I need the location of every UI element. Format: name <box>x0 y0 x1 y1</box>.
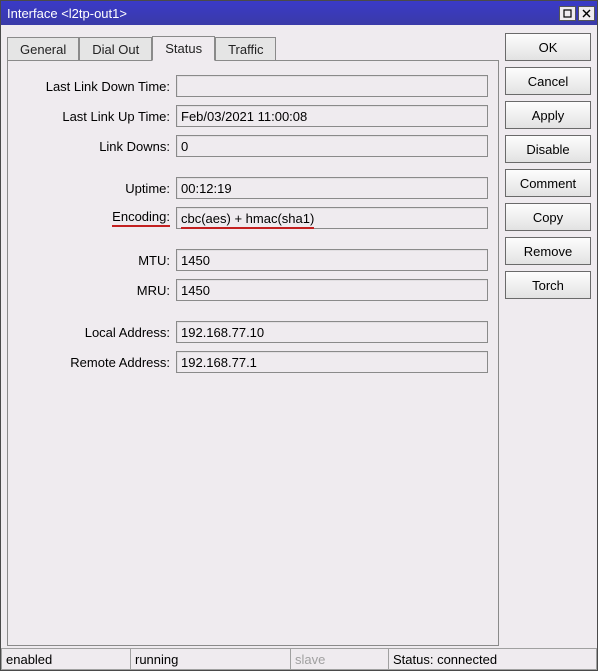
status-enabled: enabled <box>1 648 131 670</box>
mru-label: MRU: <box>14 283 176 298</box>
local-address-label: Local Address: <box>14 325 176 340</box>
tab-status[interactable]: Status <box>152 36 215 61</box>
last-link-down-time-value <box>176 75 488 97</box>
status-bar: enabled running slave Status: connected <box>1 648 597 670</box>
remote-address-label: Remote Address: <box>14 355 176 370</box>
status-running: running <box>131 648 291 670</box>
remove-button[interactable]: Remove <box>505 237 591 265</box>
last-link-down-time-label: Last Link Down Time: <box>14 79 176 94</box>
close-button[interactable] <box>578 6 595 21</box>
status-pane: Last Link Down Time: Last Link Up Time: … <box>7 60 499 646</box>
last-link-up-time-value: Feb/03/2021 11:00:08 <box>176 105 488 127</box>
tab-general[interactable]: General <box>7 37 79 61</box>
mru-value: 1450 <box>176 279 488 301</box>
uptime-label: Uptime: <box>14 181 176 196</box>
comment-button[interactable]: Comment <box>505 169 591 197</box>
mtu-value: 1450 <box>176 249 488 271</box>
encoding-value: cbc(aes) + hmac(sha1) <box>176 207 488 229</box>
minimize-button[interactable] <box>559 6 576 21</box>
last-link-up-time-label: Last Link Up Time: <box>14 109 176 124</box>
apply-button[interactable]: Apply <box>505 101 591 129</box>
torch-button[interactable]: Torch <box>505 271 591 299</box>
minimize-icon <box>563 9 572 18</box>
tab-strip: General Dial Out Status Traffic <box>7 35 499 60</box>
uptime-value: 00:12:19 <box>176 177 488 199</box>
status-slave: slave <box>291 648 389 670</box>
tab-dialout[interactable]: Dial Out <box>79 37 152 61</box>
copy-button[interactable]: Copy <box>505 203 591 231</box>
window-controls <box>557 6 595 21</box>
mtu-label: MTU: <box>14 253 176 268</box>
window-title: Interface <l2tp-out1> <box>7 6 557 21</box>
encoding-label: Encoding: <box>14 209 176 227</box>
button-column: OK Cancel Apply Disable Comment Copy Rem… <box>505 33 591 646</box>
disable-button[interactable]: Disable <box>505 135 591 163</box>
cancel-button[interactable]: Cancel <box>505 67 591 95</box>
status-connected: Status: connected <box>389 648 597 670</box>
close-icon <box>582 9 591 18</box>
link-downs-label: Link Downs: <box>14 139 176 154</box>
tab-traffic[interactable]: Traffic <box>215 37 276 61</box>
link-downs-value: 0 <box>176 135 488 157</box>
titlebar: Interface <l2tp-out1> <box>1 1 597 25</box>
ok-button[interactable]: OK <box>505 33 591 61</box>
remote-address-value: 192.168.77.1 <box>176 351 488 373</box>
local-address-value: 192.168.77.10 <box>176 321 488 343</box>
interface-dialog: Interface <l2tp-out1> General Dial Out S… <box>0 0 598 671</box>
